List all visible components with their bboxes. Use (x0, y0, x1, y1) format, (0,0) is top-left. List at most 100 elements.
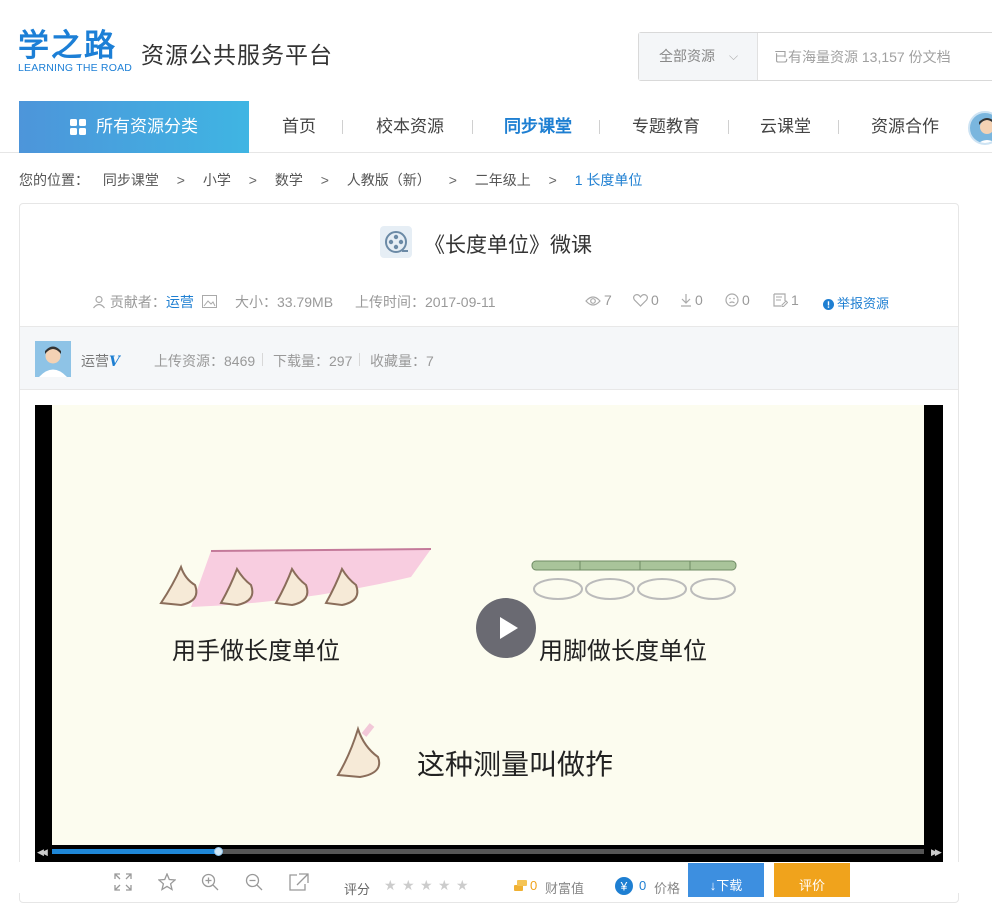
progress-fill (52, 849, 218, 854)
rating-star-icon[interactable]: ★ (402, 877, 415, 894)
hand-span-image (336, 723, 381, 779)
uploader-avatar[interactable] (35, 341, 71, 377)
rating-star-icon[interactable]: ★ (438, 877, 451, 894)
video-progress-bar[interactable]: ◀◀ ▶▶ (35, 845, 943, 862)
wealth-label: 财富值 (545, 881, 585, 896)
wealth-value: 0 (530, 878, 538, 893)
video-player[interactable]: 用手做长度单位 用脚做长度单位 这种测量叫做拃 ◀◀ ▶▶ (35, 405, 943, 862)
breadcrumb-item-primary[interactable]: 小学 (203, 170, 231, 190)
uploader-uploads: 上传资源：8469 (154, 353, 256, 369)
nav-divider (472, 120, 473, 134)
resource-meta: 贡献者：运营 大小：33.79MB 上传时间：2017-09-11 7 0 0 … (20, 292, 960, 312)
breadcrumb-separator: > (248, 172, 257, 188)
uploader-favorites: 收藏量：7 (370, 353, 434, 369)
breadcrumb-separator: > (320, 172, 329, 188)
breadcrumb-item-math[interactable]: 数学 (275, 170, 303, 190)
all-categories-label: 所有资源分类 (96, 117, 198, 136)
search-scope-label: 全部资源 (659, 48, 715, 64)
like-count[interactable]: 0 (633, 292, 659, 308)
rating-star-icon[interactable]: ★ (384, 877, 397, 894)
platform-name: 资源公共服务平台 (141, 42, 333, 68)
grid-icon (70, 119, 87, 136)
contributor: 贡献者：运营 (92, 292, 217, 312)
video-caption-hand: 用手做长度单位 (172, 637, 340, 665)
verified-badge: V (109, 354, 120, 370)
comment-count[interactable]: 1 (773, 292, 799, 308)
nav-item-school-resources[interactable]: 校本资源 (376, 101, 444, 153)
star-favorite-icon[interactable] (158, 873, 176, 891)
nav-item-resource-cooperation[interactable]: 资源合作 (871, 101, 939, 153)
contributor-name[interactable]: 运营 (166, 294, 194, 310)
heart-icon (633, 294, 648, 307)
rating-star-icon[interactable]: ★ (456, 877, 469, 894)
progress-knob[interactable] (213, 847, 223, 856)
user-avatar[interactable] (968, 111, 992, 145)
foot-measure-image (531, 560, 737, 600)
video-reel-icon (380, 226, 412, 258)
nav-divider (342, 120, 343, 134)
search-input[interactable] (759, 33, 992, 80)
download-button[interactable]: ↓下载 (688, 863, 764, 897)
fast-forward-icon[interactable]: ▶▶ (931, 847, 942, 858)
rewind-icon[interactable]: ◀◀ (37, 847, 48, 858)
breadcrumb-separator: > (448, 172, 457, 188)
hand-measure-image (159, 548, 432, 607)
site-header: 学之路 LEARNING THE ROAD 资源公共服务平台 全部资源 ⌵ (0, 0, 992, 100)
coins-icon (514, 880, 527, 891)
alert-icon (823, 299, 834, 310)
zoom-out-icon[interactable] (245, 873, 263, 891)
search-scope-select[interactable]: 全部资源 ⌵ (639, 33, 758, 80)
nav-divider (728, 120, 729, 134)
uploader-bar: 运营V 上传资源：8469 下载量：297 收藏量：7 (20, 326, 958, 390)
nav-item-home[interactable]: 首页 (282, 101, 316, 153)
video-caption-foot: 用脚做长度单位 (539, 637, 707, 665)
rating-star-icon[interactable]: ★ (420, 877, 433, 894)
download-arrow-icon (681, 294, 691, 307)
price-label: 价格 (654, 881, 681, 896)
download-count: 0 (680, 292, 703, 308)
rate-button[interactable]: 评价 (774, 863, 850, 897)
main-nav: 所有资源分类 首页 校本资源 同步课堂 专题教育 云课堂 资源合作 (0, 100, 992, 153)
dislike-count[interactable]: 0 (725, 292, 750, 308)
divider (359, 353, 360, 366)
comment-edit-icon (773, 293, 789, 307)
nav-item-topic-education[interactable]: 专题教育 (632, 101, 700, 153)
file-size: 大小：33.79MB (235, 294, 334, 310)
rating-label: 评分 (344, 882, 371, 897)
nav-item-sync-class[interactable]: 同步课堂 (504, 101, 572, 153)
frown-icon (725, 293, 739, 307)
logo-cn-text: 学之路 (18, 28, 117, 63)
progress-track[interactable] (52, 847, 924, 856)
chevron-down-icon: ⌵ (729, 49, 739, 63)
bottom-toolbar: 评分 ★ ★ ★ ★ ★ 0 财富值 ¥ 0 价格 ↓下载 评价 (0, 862, 992, 897)
user-icon (93, 295, 105, 309)
breadcrumb-item-grade[interactable]: 二年级上 (475, 170, 531, 190)
divider (262, 353, 263, 366)
video-frame: 用手做长度单位 用脚做长度单位 这种测量叫做拃 (52, 405, 924, 845)
breadcrumb-separator: > (548, 172, 557, 188)
uploader-name[interactable]: 运营V (81, 351, 120, 371)
view-count: 7 (585, 292, 612, 308)
fullscreen-icon[interactable] (114, 873, 132, 891)
zoom-in-icon[interactable] (201, 873, 219, 891)
breadcrumb-item-sync-class[interactable]: 同步课堂 (103, 170, 159, 190)
nav-divider (838, 120, 839, 134)
rate-label: 评价 (798, 878, 825, 893)
price-value: 0 (639, 878, 647, 893)
share-icon[interactable] (289, 873, 309, 891)
upload-time: 上传时间：2017-09-11 (355, 294, 496, 310)
image-icon (201, 295, 217, 308)
video-caption-bottom: 这种测量叫做拃 (417, 748, 614, 781)
report-link[interactable]: 举报资源 (823, 293, 889, 312)
breadcrumb-item-edition[interactable]: 人教版（新） (347, 170, 431, 190)
all-categories-button[interactable]: 所有资源分类 (19, 101, 249, 153)
site-logo[interactable]: 学之路 LEARNING THE ROAD (18, 28, 132, 75)
eye-icon (585, 296, 601, 306)
nav-item-cloud-class[interactable]: 云课堂 (760, 101, 811, 153)
search-box: 全部资源 ⌵ (638, 32, 992, 81)
play-button[interactable] (476, 598, 536, 658)
resource-title: 《长度单位》微课 (424, 234, 592, 257)
uploader-downloads: 下载量：297 (273, 353, 353, 369)
breadcrumb-item-current[interactable]: 1 长度单位 (575, 170, 643, 190)
breadcrumb-separator: > (176, 172, 185, 188)
